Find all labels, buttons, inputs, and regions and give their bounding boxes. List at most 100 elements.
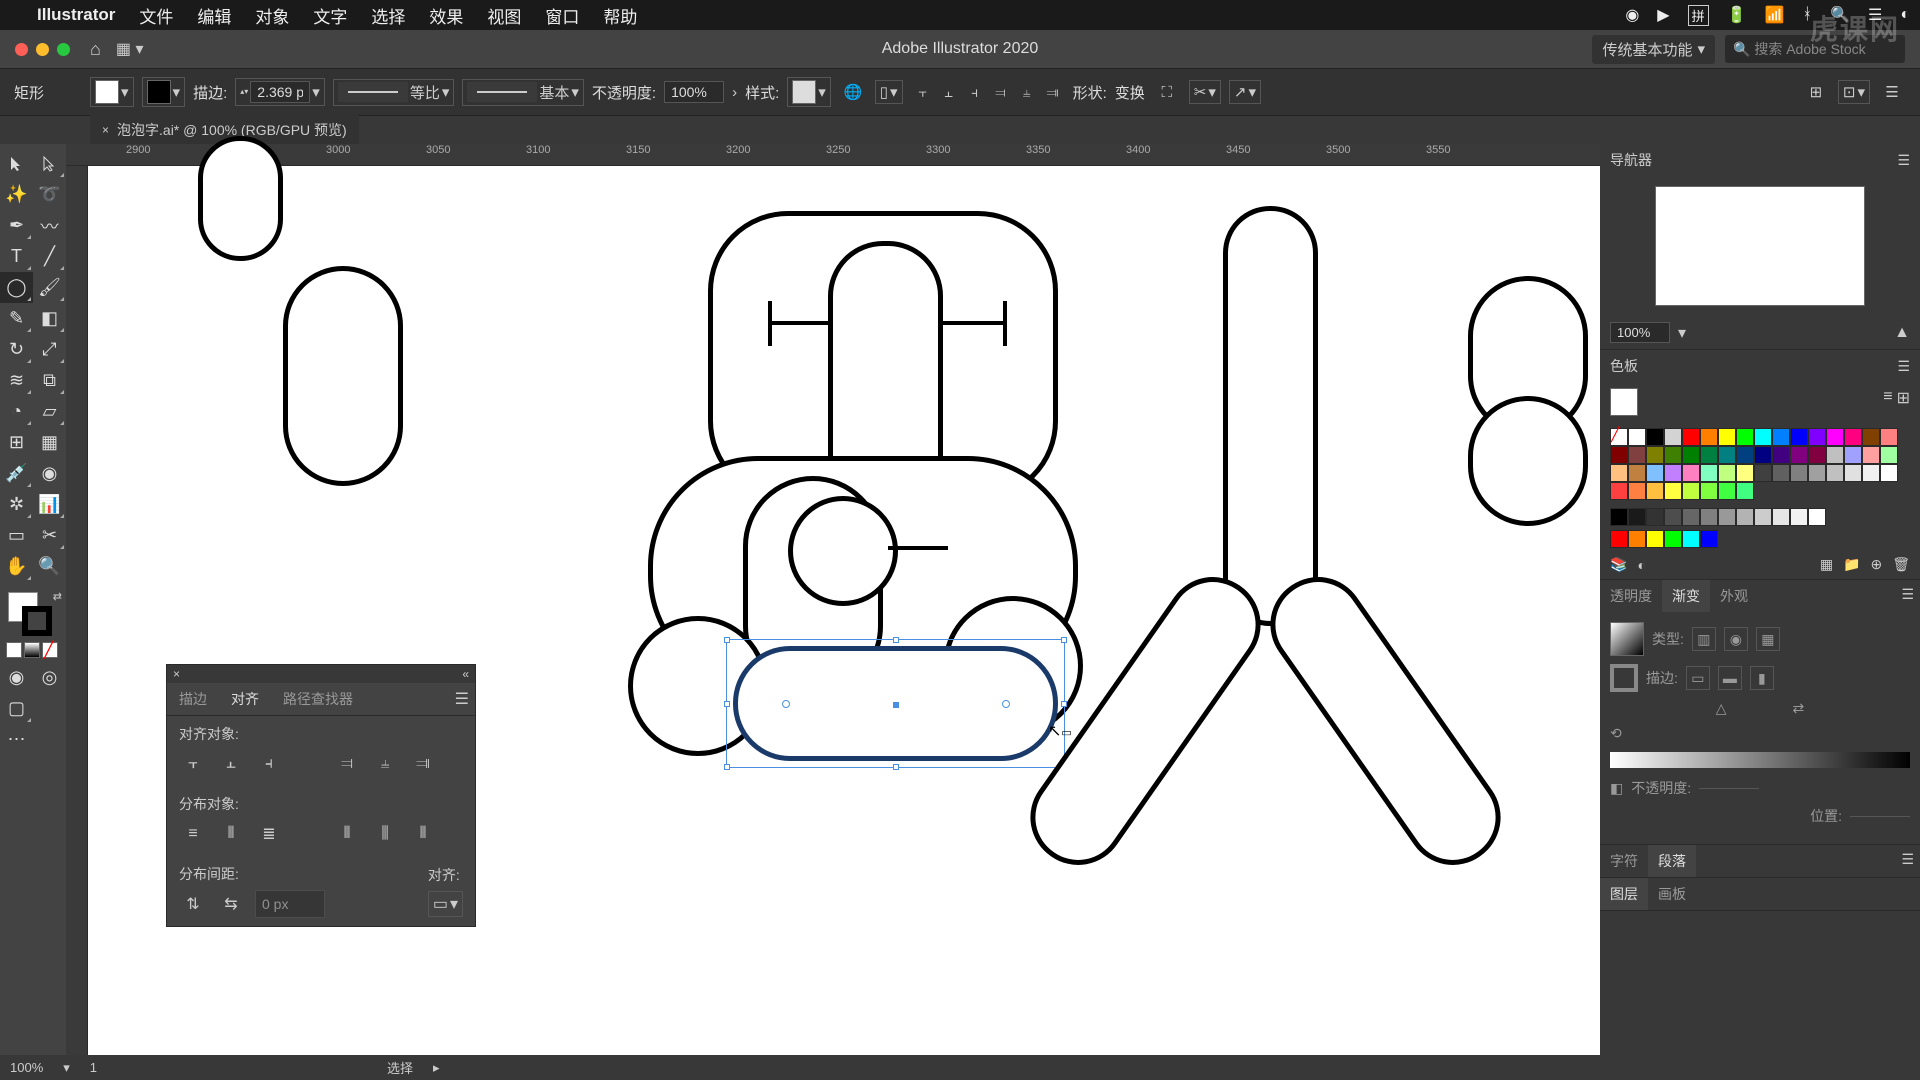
brush-definition[interactable]: 基本▾ xyxy=(462,79,584,106)
scale-tool[interactable]: ⤢ xyxy=(33,334,66,365)
play-icon[interactable]: ▶ xyxy=(1657,5,1669,25)
tab-appearance[interactable]: 外观 xyxy=(1710,580,1758,612)
dist-hcenter-btn[interactable]: ⫼ xyxy=(371,820,399,848)
swatch[interactable] xyxy=(1808,508,1826,526)
eyedropper-tool[interactable]: 💉 xyxy=(0,458,33,489)
free-transform-tool[interactable]: ⧉ xyxy=(33,365,66,396)
swatch[interactable]: ╱ xyxy=(1610,428,1628,446)
swatch[interactable] xyxy=(1826,428,1844,446)
swatch[interactable] xyxy=(1628,508,1646,526)
align-dropdown[interactable]: ▯▾ xyxy=(875,80,903,104)
panel-menu-icon[interactable]: ☰ xyxy=(1897,358,1910,375)
swatches-grid-icon[interactable]: ⊞ xyxy=(1897,388,1910,416)
align-hcenter[interactable]: ⫠ xyxy=(937,80,961,104)
fill-stroke-colors[interactable]: ⇄ xyxy=(0,588,66,638)
swatch[interactable] xyxy=(1664,508,1682,526)
opacity-arrow[interactable]: › xyxy=(732,84,737,101)
isolate-icon[interactable]: ⛶ xyxy=(1153,78,1181,106)
swatch-options-icon[interactable]: ▦ xyxy=(1820,556,1833,573)
gradient-tool[interactable]: ▦ xyxy=(33,427,66,458)
dist-hspace-btn[interactable]: ⇆ xyxy=(217,890,245,918)
fill-color[interactable]: ▾ xyxy=(90,77,134,107)
align-top-btn[interactable]: ⫤ xyxy=(333,750,361,778)
swatch[interactable] xyxy=(1844,446,1862,464)
swatch[interactable] xyxy=(1664,464,1682,482)
line-tool[interactable]: ╱ xyxy=(33,241,66,272)
swatch[interactable] xyxy=(1826,464,1844,482)
menu-edit[interactable]: 编辑 xyxy=(185,3,243,28)
swatch[interactable] xyxy=(1682,464,1700,482)
shape[interactable] xyxy=(1468,396,1588,526)
swatch[interactable] xyxy=(1790,446,1808,464)
edit-toolbar[interactable]: ⋯ xyxy=(0,724,33,755)
swatch[interactable] xyxy=(1646,530,1664,548)
input-method-icon[interactable]: 拼 xyxy=(1688,5,1709,26)
swatch-libraries-icon[interactable]: 📚 xyxy=(1610,556,1627,573)
zoom-tool[interactable]: 🔍 xyxy=(33,551,66,582)
rectangle-tool[interactable]: ◯ xyxy=(0,272,33,303)
curvature-tool[interactable]: 〰 xyxy=(33,210,66,241)
home-button[interactable]: ⌂ xyxy=(90,39,101,60)
shape[interactable] xyxy=(198,136,283,261)
draw-mode-behind[interactable]: ◎ xyxy=(33,662,66,693)
swatch[interactable] xyxy=(1646,482,1664,500)
swatch[interactable] xyxy=(1736,464,1754,482)
swatch[interactable] xyxy=(1718,482,1736,500)
wifi-icon[interactable]: 📶 xyxy=(1765,5,1785,25)
close-tab-icon[interactable]: × xyxy=(102,123,109,137)
swatch[interactable] xyxy=(1610,508,1628,526)
shape-builder-tool[interactable]: ◔ xyxy=(0,396,33,427)
menu-select[interactable]: 选择 xyxy=(359,3,417,28)
shape[interactable] xyxy=(788,496,898,606)
swatch[interactable] xyxy=(1736,446,1754,464)
align-right-btn[interactable]: ⫞ xyxy=(255,750,283,778)
new-swatch-icon[interactable]: ⊕ xyxy=(1870,556,1882,573)
swatch[interactable] xyxy=(1646,446,1664,464)
swatch[interactable] xyxy=(1664,530,1682,548)
opacity-input[interactable] xyxy=(664,81,724,103)
swatch[interactable] xyxy=(1646,428,1664,446)
slice-tool[interactable]: ✂ xyxy=(33,520,66,551)
gradient-reverse-icon[interactable]: ⇄ xyxy=(1793,700,1805,717)
gradient-linear-icon[interactable]: ▥ xyxy=(1692,627,1716,651)
color-mode-solid[interactable] xyxy=(6,642,22,658)
gradient-angle-icon[interactable]: ⟲ xyxy=(1610,725,1622,742)
swatch[interactable] xyxy=(1610,464,1628,482)
swatch[interactable] xyxy=(1646,508,1664,526)
stroke-grad-1[interactable]: ▭ xyxy=(1686,666,1710,690)
new-color-group-icon[interactable]: 📁 xyxy=(1843,556,1860,573)
shape[interactable] xyxy=(768,301,772,346)
draw-mode-normal[interactable]: ◉ xyxy=(0,662,33,693)
type-tool[interactable]: T xyxy=(0,241,33,272)
mesh-tool[interactable]: ⊞ xyxy=(0,427,33,458)
swatch[interactable] xyxy=(1700,530,1718,548)
swatch[interactable] xyxy=(1700,482,1718,500)
dist-left-btn[interactable]: ⦀ xyxy=(333,820,361,848)
maximize-window[interactable] xyxy=(57,43,70,56)
swatch[interactable] xyxy=(1682,446,1700,464)
swatch[interactable] xyxy=(1736,508,1754,526)
swatch[interactable] xyxy=(1700,508,1718,526)
tab-character[interactable]: 字符 xyxy=(1600,845,1648,877)
color-mode-none[interactable]: ╱ xyxy=(42,642,58,658)
ruler-vertical[interactable] xyxy=(66,166,88,1055)
gradient-preview[interactable] xyxy=(1610,622,1644,656)
stroke-swatch[interactable] xyxy=(22,606,52,636)
swatch[interactable] xyxy=(1880,464,1898,482)
more-dropdown[interactable]: ↗▾ xyxy=(1229,80,1261,104)
swatch[interactable] xyxy=(1736,428,1754,446)
swatch[interactable] xyxy=(1772,464,1790,482)
gradient-bar[interactable] xyxy=(1610,752,1910,768)
shape[interactable] xyxy=(768,321,828,325)
tab-stroke[interactable]: 描边 xyxy=(167,683,219,715)
app-menu[interactable]: Illustrator xyxy=(25,5,127,25)
stroke-weight-input[interactable] xyxy=(250,81,310,103)
swatch[interactable] xyxy=(1718,428,1736,446)
tab-paragraph[interactable]: 段落 xyxy=(1648,845,1696,877)
status-zoom[interactable]: 100% xyxy=(10,1060,43,1075)
align-vcenter-btn[interactable]: ⫨ xyxy=(371,750,399,778)
anchor-dropdown[interactable]: ⊡▾ xyxy=(1838,80,1870,104)
swatch[interactable] xyxy=(1790,508,1808,526)
align-bottom-btn[interactable]: ⫥ xyxy=(409,750,437,778)
paintbrush-tool[interactable]: 🖌 xyxy=(33,272,66,303)
